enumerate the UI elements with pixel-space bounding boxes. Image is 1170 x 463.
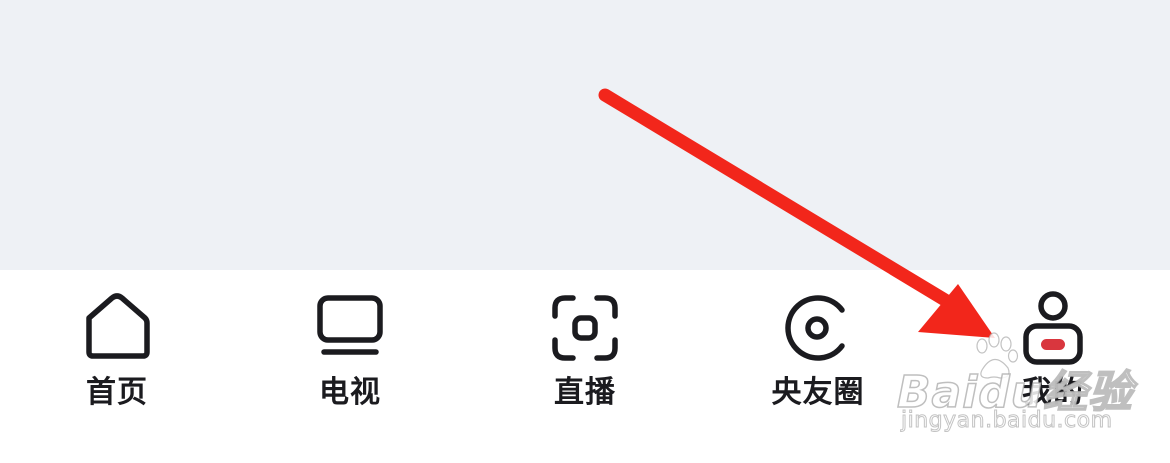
tab-tv[interactable]: 电视: [250, 270, 450, 430]
tv-icon: [312, 290, 388, 366]
live-focus-icon: [547, 290, 623, 366]
tab-home[interactable]: 首页: [17, 270, 217, 430]
tab-live-label: 直播: [554, 375, 616, 410]
tab-mine-label: 我的: [1022, 375, 1084, 410]
tab-circle-label: 央友圈: [771, 375, 865, 410]
tab-mine[interactable]: 我的: [953, 270, 1153, 430]
tab-tv-label: 电视: [319, 375, 381, 410]
tab-circle[interactable]: 央友圈: [718, 270, 918, 430]
circle-icon: [780, 290, 856, 366]
bottom-tab-bar: 首页 电视 直播 央友圈 我的: [0, 270, 1170, 463]
tab-home-label: 首页: [86, 375, 148, 410]
home-icon: [79, 290, 155, 366]
tab-live[interactable]: 直播: [485, 270, 685, 430]
content-area: [0, 0, 1170, 270]
user-profile-icon: [1015, 290, 1091, 366]
